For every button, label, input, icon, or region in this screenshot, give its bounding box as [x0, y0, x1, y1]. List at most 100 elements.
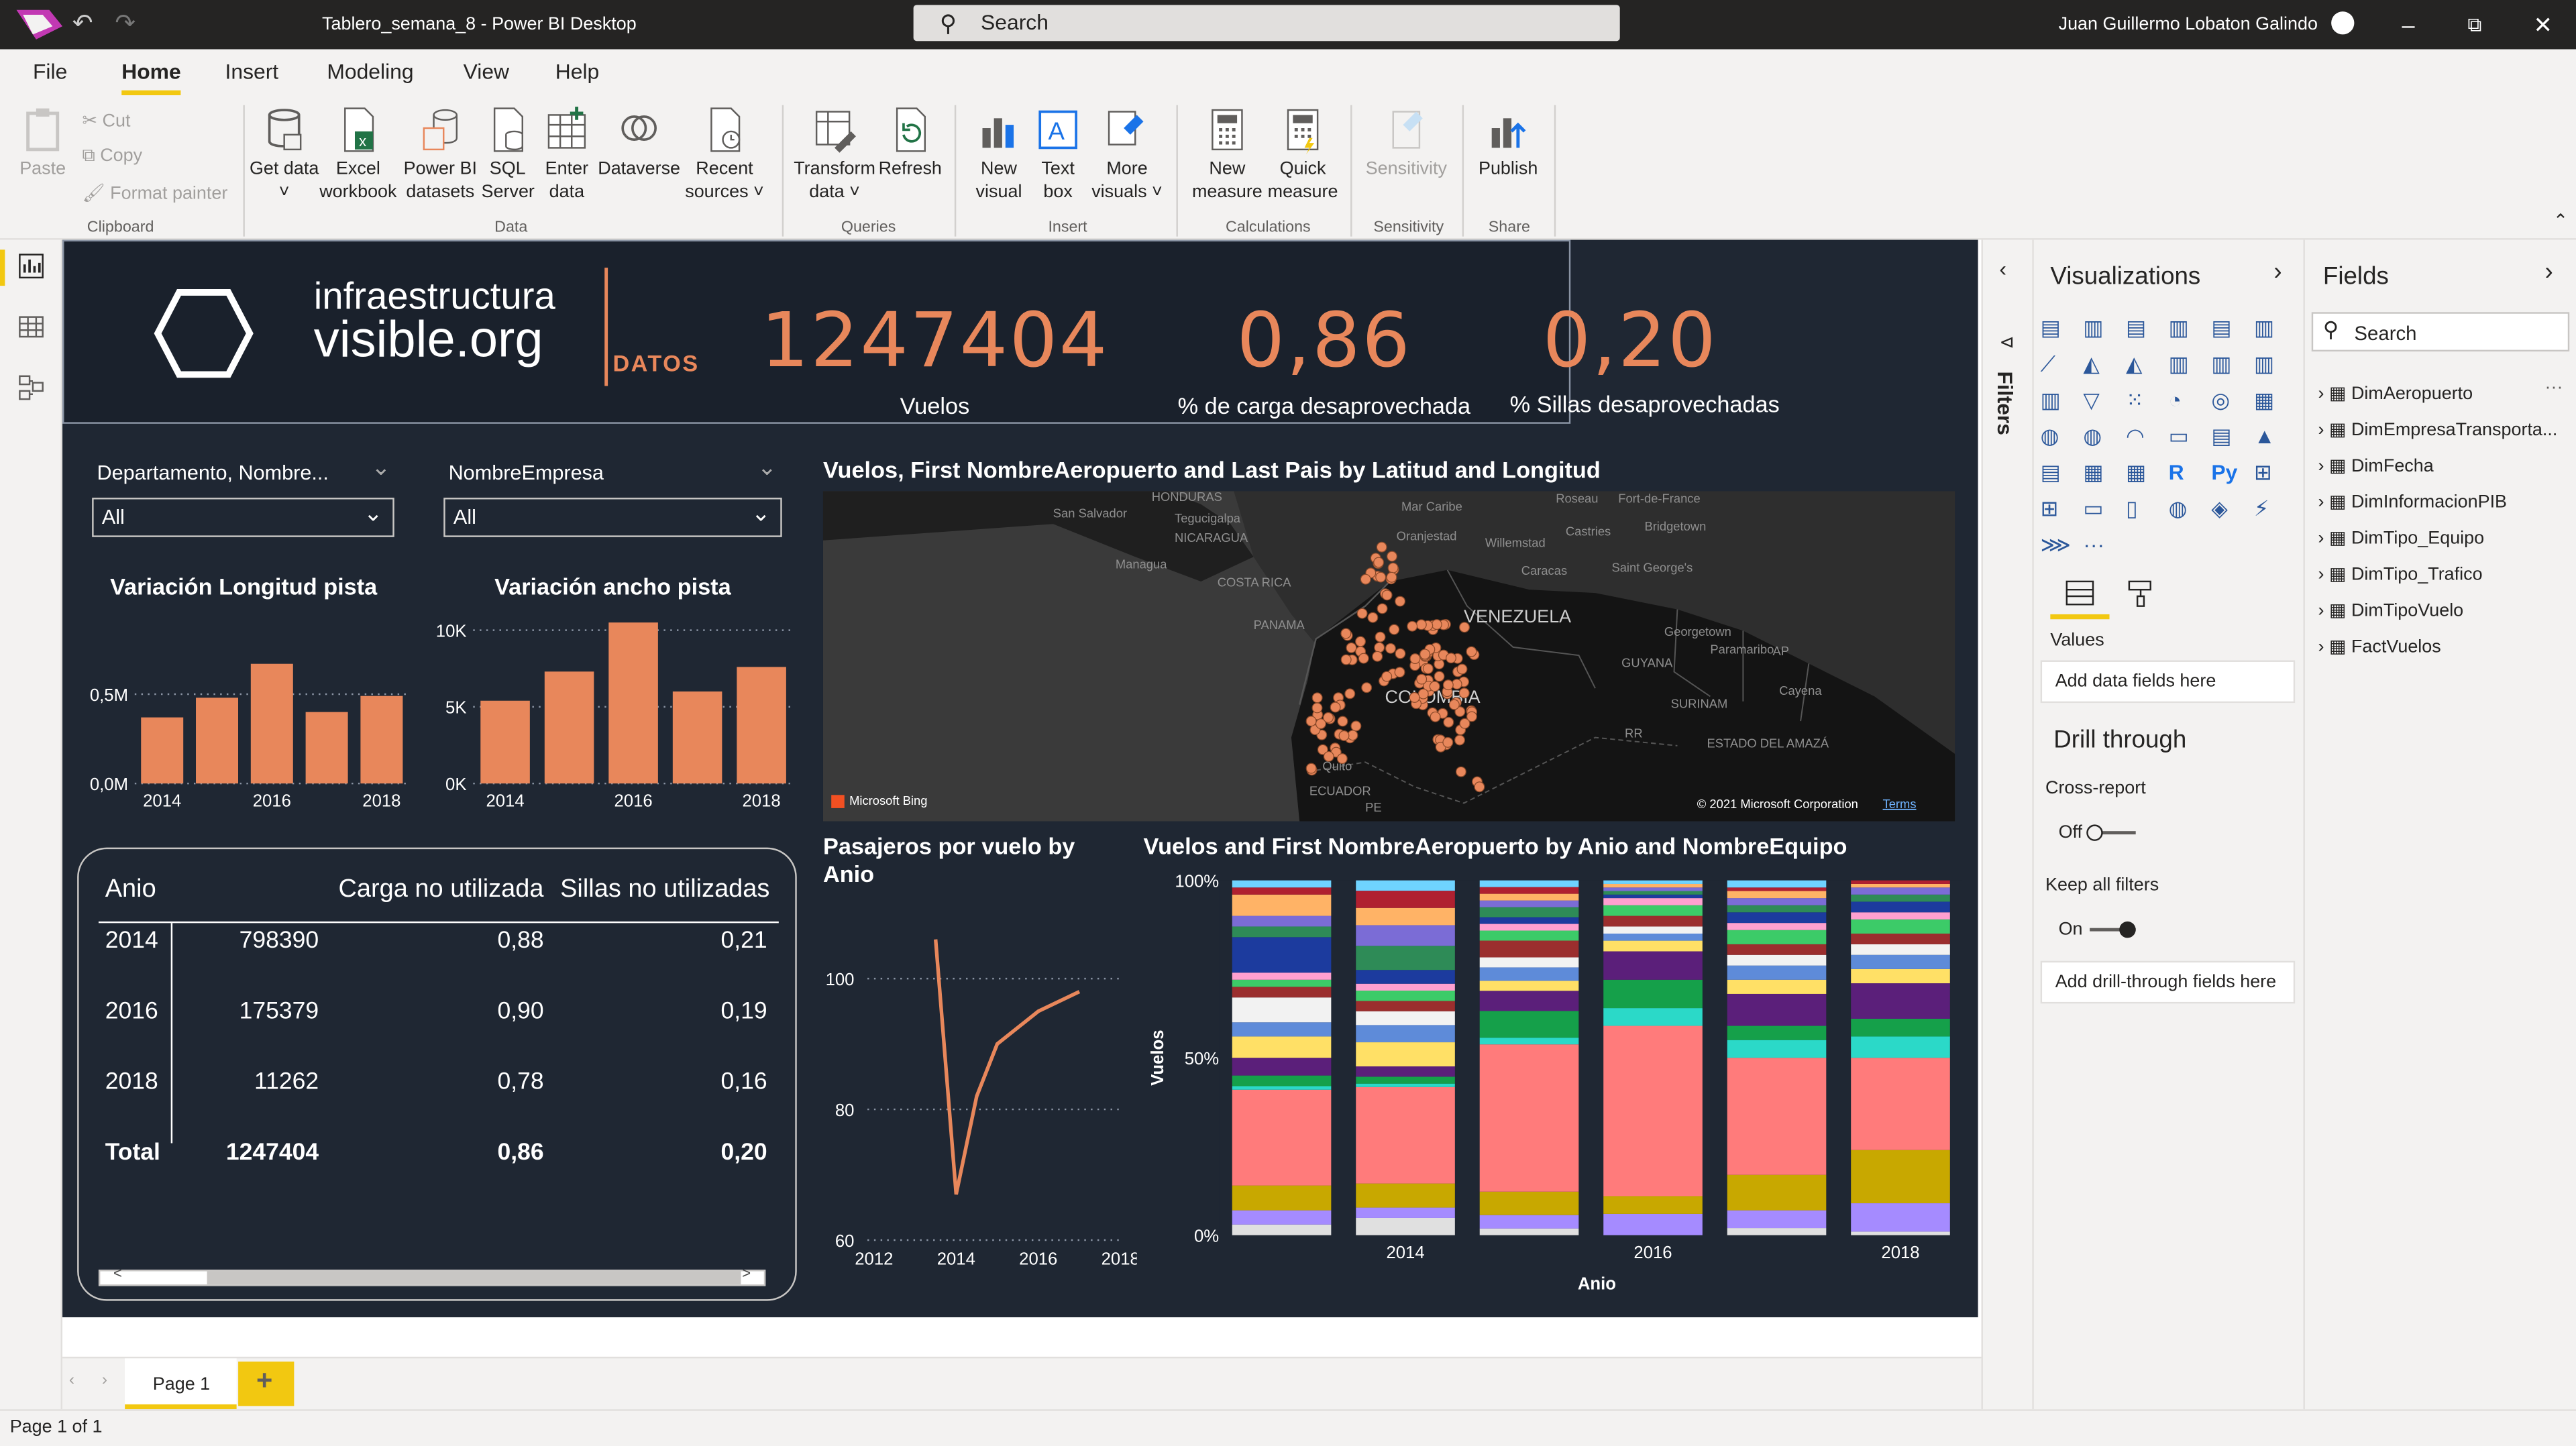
line-chart-pasajeros[interactable]: 60 80 100 2012 2014 2016 2018: [815, 903, 1137, 1274]
stack-segment[interactable]: [1603, 1196, 1703, 1214]
stack-segment[interactable]: [1232, 972, 1332, 980]
format-painter-button[interactable]: 🖌 Format painter: [82, 182, 227, 203]
chevron-down-icon[interactable]: ⌄: [371, 453, 390, 482]
map-point[interactable]: [1446, 653, 1456, 664]
quick-measure-button[interactable]: Quick measure: [1265, 105, 1341, 204]
stack-segment[interactable]: [1479, 924, 1579, 931]
stack-segment[interactable]: [1603, 1008, 1703, 1026]
stack-segment[interactable]: [1232, 1022, 1332, 1037]
slicer-empresa-dropdown[interactable]: All ⌄: [443, 498, 782, 537]
stack-segment[interactable]: [1727, 880, 1827, 888]
map-point[interactable]: [1323, 712, 1334, 723]
search-box[interactable]: ⚲ Search: [913, 5, 1620, 42]
stack-segment[interactable]: [1603, 898, 1703, 905]
menu-modeling[interactable]: Modeling: [327, 59, 413, 84]
stack-segment[interactable]: [1727, 993, 1827, 1026]
map-point[interactable]: [1358, 653, 1369, 664]
map-point[interactable]: [1381, 590, 1393, 601]
stack-segment[interactable]: [1727, 944, 1827, 955]
keep-filters-toggle[interactable]: [2090, 921, 2136, 938]
matrix-icon[interactable]: ▦: [2126, 460, 2155, 486]
format-paint-roller-icon[interactable]: [2126, 578, 2155, 608]
map-point[interactable]: [1346, 642, 1357, 653]
map-point[interactable]: [1340, 628, 1352, 639]
bar[interactable]: [141, 717, 184, 784]
bar-chart-ancho[interactable]: 0K 5K 10K 2014 2016 2018: [424, 608, 798, 818]
bar[interactable]: [480, 700, 530, 784]
slicer-departamento-dropdown[interactable]: All ⌄: [92, 498, 394, 537]
bar[interactable]: [608, 622, 658, 784]
stack-segment[interactable]: [1727, 1058, 1827, 1175]
map-point[interactable]: [1434, 671, 1445, 682]
map-point[interactable]: [1430, 711, 1441, 722]
map-point[interactable]: [1459, 718, 1470, 729]
power-apps-icon[interactable]: ◈: [2211, 496, 2241, 522]
map-point[interactable]: [1415, 619, 1427, 630]
stacked-column-chart[interactable]: Vuelos 0% 50% 100% 2014 2016 2018 Anio: [1137, 864, 1972, 1300]
chevron-right-icon[interactable]: ›: [2273, 258, 2282, 286]
bar[interactable]: [250, 663, 293, 784]
copy-button[interactable]: ⧉ Copy: [82, 146, 142, 168]
stack-segment[interactable]: [1356, 991, 1455, 1001]
stack-segment[interactable]: [1479, 940, 1579, 958]
map-visual[interactable]: HONDURAS San Salvador Tegucigalpa NICARAGUA…: [822, 491, 1955, 822]
stack-segment[interactable]: [1232, 987, 1332, 998]
map-point[interactable]: [1336, 753, 1348, 765]
table-header-sillas[interactable]: Sillas no utilizadas: [560, 875, 769, 905]
table-header-carga[interactable]: Carga no utilizada: [338, 875, 543, 905]
table-icon[interactable]: ▦: [2083, 460, 2112, 486]
sensitivity-button[interactable]: Sensitivity: [1364, 105, 1449, 181]
paginated-icon[interactable]: ▯: [2126, 496, 2155, 522]
clustered-column-icon[interactable]: ▥: [2169, 315, 2198, 341]
stack-segment[interactable]: [1603, 934, 1703, 941]
map-point[interactable]: [1372, 651, 1383, 662]
stack-segment[interactable]: [1727, 912, 1827, 924]
map-point[interactable]: [1419, 649, 1431, 660]
map-point[interactable]: [1305, 716, 1317, 727]
publish-button[interactable]: Publish: [1474, 105, 1543, 181]
stack-segment[interactable]: [1603, 891, 1703, 895]
page-tab[interactable]: Page 1: [125, 1358, 237, 1410]
funnel-icon[interactable]: ▽: [2083, 388, 2112, 414]
stack-segment[interactable]: [1479, 900, 1579, 907]
stack-segment[interactable]: [1356, 1001, 1455, 1011]
stack-segment[interactable]: [1232, 915, 1332, 927]
cross-report-toggle[interactable]: [2086, 824, 2136, 841]
stack-segment[interactable]: [1851, 954, 1950, 969]
scroll-left-icon[interactable]: <: [113, 1265, 122, 1281]
map-point[interactable]: [1385, 643, 1396, 654]
map-point[interactable]: [1394, 667, 1405, 678]
stacked-bar-icon[interactable]: ▤: [2041, 315, 2070, 341]
more-options-icon[interactable]: ···: [2545, 378, 2563, 397]
area-chart-icon[interactable]: ◭: [2083, 351, 2112, 378]
stack-segment[interactable]: [1232, 1075, 1332, 1087]
map-point[interactable]: [1474, 781, 1485, 793]
stack-segment[interactable]: [1356, 970, 1455, 984]
stack-segment[interactable]: [1356, 1207, 1455, 1218]
stack-segment[interactable]: [1603, 1025, 1703, 1197]
map-point[interactable]: [1454, 734, 1465, 746]
map-point[interactable]: [1374, 642, 1385, 653]
stacked-area-icon[interactable]: ◭: [2126, 351, 2155, 378]
stack-segment[interactable]: [1727, 891, 1827, 899]
stack-segment[interactable]: [1603, 880, 1703, 884]
line-series[interactable]: [934, 939, 1081, 1195]
stack-segment[interactable]: [1356, 1217, 1455, 1235]
map-point[interactable]: [1355, 636, 1366, 647]
map-point[interactable]: [1330, 702, 1341, 713]
stack-segment[interactable]: [1232, 1086, 1332, 1090]
refresh-button[interactable]: Refresh: [877, 105, 943, 181]
map-point[interactable]: [1455, 766, 1466, 777]
treemap-icon[interactable]: ▦: [2254, 388, 2284, 414]
stack-segment[interactable]: [1232, 997, 1332, 1023]
map-point[interactable]: [1387, 562, 1399, 573]
map-point[interactable]: [1337, 716, 1348, 727]
map-point[interactable]: [1377, 603, 1388, 614]
redo-icon[interactable]: ↷: [115, 0, 136, 49]
stack-segment[interactable]: [1232, 926, 1332, 938]
stack-segment[interactable]: [1479, 981, 1579, 991]
map-icon[interactable]: ◍: [2041, 424, 2070, 450]
100-column-icon[interactable]: ▥: [2254, 315, 2284, 341]
stack-segment[interactable]: [1356, 1066, 1455, 1077]
get-data-button[interactable]: Get data ˅: [250, 105, 319, 204]
